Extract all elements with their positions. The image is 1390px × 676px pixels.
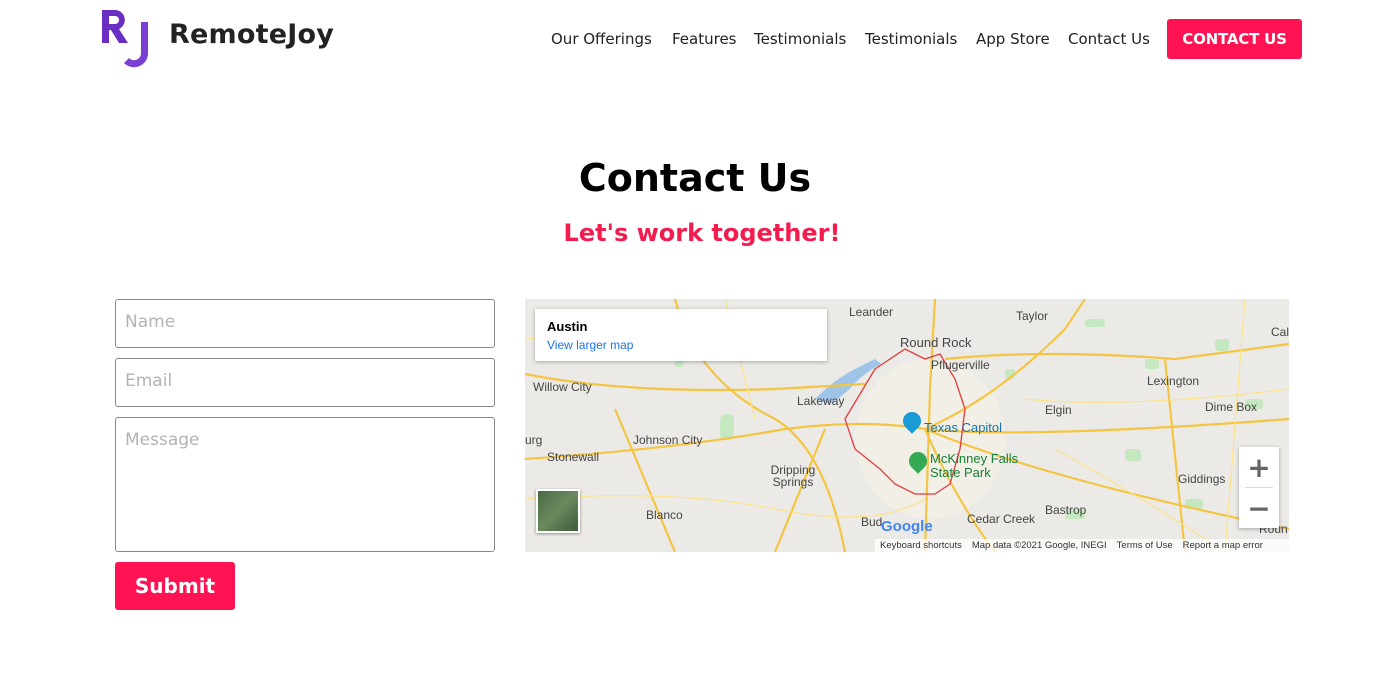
google-map[interactable]: Leander Taylor Round Rock Pflugerville W… xyxy=(525,299,1289,552)
submit-button[interactable]: Submit xyxy=(115,562,235,610)
zoom-out-button[interactable]: − xyxy=(1239,488,1279,528)
map-label-johnson-city: Johnson City xyxy=(633,433,703,447)
map-label-pflugerville: Pflugerville xyxy=(931,358,990,372)
map-label-texas-capitol[interactable]: Texas Capitol xyxy=(924,420,1002,435)
brand-name[interactable]: RemoteJoy xyxy=(169,19,334,50)
map-info-card: Austin View larger map xyxy=(535,309,827,361)
nav-item-features[interactable]: Features xyxy=(672,30,737,48)
map-label-dripping-springs: Dripping Springs xyxy=(770,463,816,489)
map-data-attribution: Map data ©2021 Google, INEGI xyxy=(971,540,1107,551)
map-label-giddings: Giddings xyxy=(1178,472,1226,486)
map-label-leander: Leander xyxy=(849,305,894,319)
map-label-blanco: Blanco xyxy=(646,508,683,522)
map-footer: Keyboard shortcuts Map data ©2021 Google… xyxy=(875,539,1289,552)
terms-of-use-link[interactable]: Terms of Use xyxy=(1117,540,1173,551)
map-label-mckinney-falls[interactable]: McKinney Falls State Park xyxy=(930,452,1040,480)
section-subtitle: Let's work together! xyxy=(563,219,841,247)
google-logo: Google xyxy=(881,518,933,535)
section-title: Contact Us xyxy=(578,156,812,200)
nav-item-testimonials-2[interactable]: Testimonials xyxy=(865,30,957,48)
map-label-round-rock: Round Rock xyxy=(900,335,972,350)
contact-us-button[interactable]: CONTACT US xyxy=(1167,19,1302,59)
map-label-lexington: Lexington xyxy=(1147,374,1200,388)
report-map-error-link[interactable]: Report a map error xyxy=(1183,540,1263,551)
satellite-toggle[interactable] xyxy=(536,489,580,533)
name-input[interactable]: Name xyxy=(115,299,495,348)
nav-item-testimonials[interactable]: Testimonials xyxy=(754,30,846,48)
map-zoom-controls: + − xyxy=(1239,447,1279,528)
keyboard-shortcuts-link[interactable]: Keyboard shortcuts xyxy=(880,540,962,551)
email-input[interactable]: Email xyxy=(115,358,495,407)
nav-menu: Our Offerings xyxy=(551,30,652,48)
nav-item-app-store[interactable]: App Store xyxy=(976,30,1050,48)
map-label-willow-city: Willow City xyxy=(533,380,592,394)
top-navigation: RemoteJoy Our Offerings Features Testimo… xyxy=(0,0,1390,88)
map-label-cal: Cal xyxy=(1271,325,1289,339)
map-label-cedar-creek: Cedar Creek xyxy=(967,512,1036,526)
zoom-in-button[interactable]: + xyxy=(1239,447,1279,487)
map-label-lakeway: Lakeway xyxy=(797,394,845,408)
map-label-stonewall: Stonewall xyxy=(547,450,600,464)
map-label-dime-box: Dime Box xyxy=(1205,400,1258,414)
message-textarea[interactable]: Message xyxy=(115,417,495,552)
map-label-bastrop: Bastrop xyxy=(1045,503,1087,517)
view-larger-map-link[interactable]: View larger map xyxy=(547,338,633,352)
remotejoy-logo[interactable] xyxy=(100,8,152,70)
map-label-elgin: Elgin xyxy=(1045,403,1072,417)
map-label-taylor: Taylor xyxy=(1016,309,1049,323)
map-place-name: Austin xyxy=(547,319,588,334)
map-label-bud: Bud xyxy=(861,515,883,529)
map-label-urg: urg xyxy=(525,433,543,447)
nav-item-contact-us[interactable]: Contact Us xyxy=(1068,30,1150,48)
nav-item-our-offerings[interactable]: Our Offerings xyxy=(551,30,652,48)
